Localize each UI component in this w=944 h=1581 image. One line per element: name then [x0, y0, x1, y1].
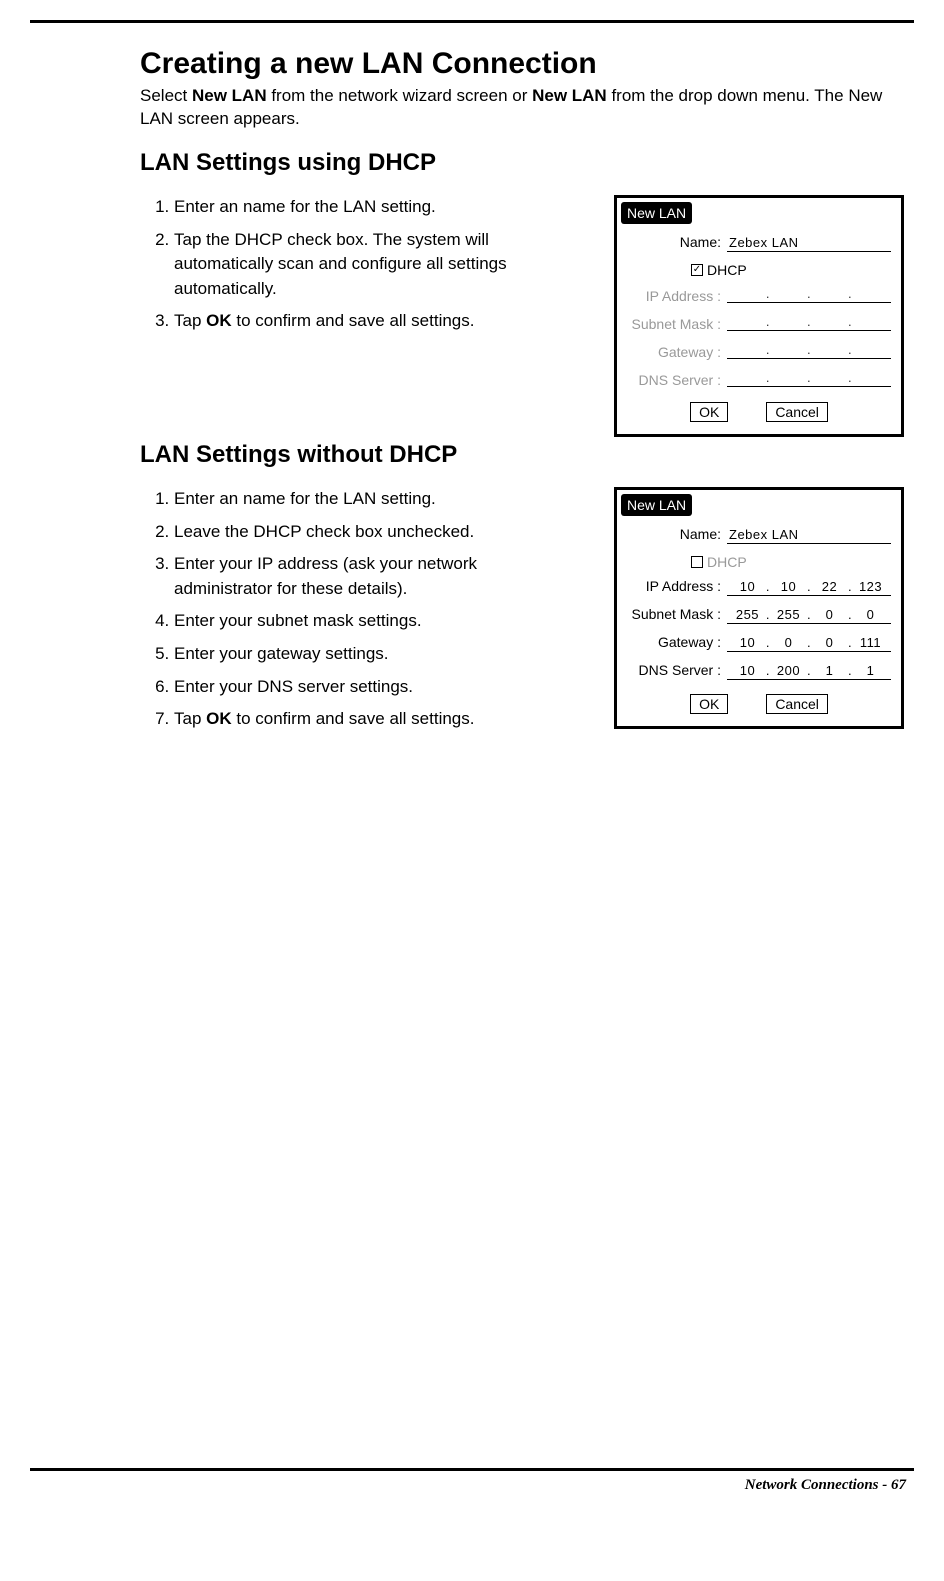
octet: 10 [729, 579, 766, 594]
dialog-body: Name: Zebex LAN DHCP IP Address : 10. 10… [617, 520, 901, 726]
dialog-buttons: OK Cancel [627, 402, 891, 422]
gateway-label: Gateway : [627, 634, 727, 650]
dialog-body: Name: Zebex LAN ✓ DHCP IP Address : ... … [617, 228, 901, 434]
gateway-label: Gateway : [627, 344, 727, 360]
dialog-title: New LAN [621, 202, 692, 224]
ok-button[interactable]: OK [690, 694, 728, 714]
step-item: Tap OK to confirm and save all settings. [174, 309, 570, 334]
cancel-button[interactable]: Cancel [766, 402, 828, 422]
steps-list-dhcp: Enter an name for the LAN setting. Tap t… [140, 195, 570, 334]
name-value: Zebex LAN [729, 527, 799, 542]
page-footer: Network Connections - 67 [30, 1471, 914, 1514]
step-text-2: to confirm and save all settings. [232, 709, 475, 728]
page-content: Creating a new LAN Connection Select New… [30, 47, 914, 1458]
section-dhcp: Enter an name for the LAN setting. Tap t… [140, 195, 904, 415]
intro-bold-2: New LAN [532, 86, 607, 105]
cancel-button[interactable]: Cancel [766, 694, 828, 714]
ip-label: IP Address : [627, 578, 727, 594]
octet: 1 [852, 663, 889, 678]
section-heading-nodhcp: LAN Settings without DHCP [140, 441, 904, 469]
step-text: Tap [174, 311, 206, 330]
dialog-title: New LAN [621, 494, 692, 516]
octet: 123 [852, 579, 889, 594]
top-rule [30, 20, 914, 23]
step-bold: OK [206, 311, 232, 330]
octet: 10 [729, 663, 766, 678]
octet: 255 [770, 607, 807, 622]
dns-label: DNS Server : [627, 662, 727, 678]
step-item: Enter your IP address (ask your network … [174, 552, 570, 601]
dns-input[interactable]: 10. 200. 1. 1 [727, 663, 891, 680]
ip-input[interactable]: 10. 10. 22. 123 [727, 579, 891, 596]
new-lan-dialog-dhcp: New LAN Name: Zebex LAN ✓ DHCP IP Addres… [614, 195, 904, 437]
ip-field: IP Address : ... [627, 286, 891, 308]
gateway-input[interactable]: ... [727, 342, 891, 359]
dhcp-checkbox[interactable] [691, 556, 703, 568]
name-field: Name: Zebex LAN [627, 234, 891, 256]
octet: 0 [770, 635, 807, 650]
step-text: Tap [174, 709, 206, 728]
octet: 10 [770, 579, 807, 594]
dhcp-label: DHCP [707, 554, 747, 570]
dhcp-row: DHCP [627, 554, 891, 570]
intro-bold-1: New LAN [192, 86, 267, 105]
dhcp-checkbox[interactable]: ✓ [691, 264, 703, 276]
step-item: Leave the DHCP check box unchecked. [174, 520, 570, 545]
octet: 111 [852, 635, 889, 650]
name-input[interactable]: Zebex LAN [727, 527, 891, 544]
intro-text: Select [140, 86, 192, 105]
octet: 200 [770, 663, 807, 678]
name-field: Name: Zebex LAN [627, 526, 891, 548]
octet: 1 [811, 663, 848, 678]
dhcp-row: ✓ DHCP [627, 262, 891, 278]
dialog-buttons: OK Cancel [627, 694, 891, 714]
intro-text-2: from the network wizard screen or [267, 86, 532, 105]
dns-label: DNS Server : [627, 372, 727, 388]
step-bold: OK [206, 709, 232, 728]
mask-input[interactable]: ... [727, 314, 891, 331]
step-item: Enter your gateway settings. [174, 642, 570, 667]
octet: 0 [811, 635, 848, 650]
octet: 255 [729, 607, 766, 622]
new-lan-dialog-nodhcp: New LAN Name: Zebex LAN DHCP IP Address … [614, 487, 904, 729]
octet: 10 [729, 635, 766, 650]
section-heading-dhcp: LAN Settings using DHCP [140, 149, 904, 177]
step-item: Tap the DHCP check box. The system will … [174, 228, 570, 302]
name-value: Zebex LAN [729, 235, 799, 250]
mask-input[interactable]: 255. 255. 0. 0 [727, 607, 891, 624]
mask-label: Subnet Mask : [627, 316, 727, 332]
ip-label: IP Address : [627, 288, 727, 304]
ip-field: IP Address : 10. 10. 22. 123 [627, 578, 891, 600]
mask-field: Subnet Mask : 255. 255. 0. 0 [627, 606, 891, 628]
gateway-input[interactable]: 10. 0. 0. 111 [727, 635, 891, 652]
name-label: Name: [627, 526, 727, 542]
step-item: Enter an name for the LAN setting. [174, 195, 570, 220]
ok-button[interactable]: OK [690, 402, 728, 422]
page-spacer [140, 758, 904, 1458]
octet: 22 [811, 579, 848, 594]
dns-field: DNS Server : 10. 200. 1. 1 [627, 662, 891, 684]
step-text-2: to confirm and save all settings. [232, 311, 475, 330]
page-heading: Creating a new LAN Connection [140, 47, 904, 81]
dhcp-label: DHCP [707, 262, 747, 278]
mask-label: Subnet Mask : [627, 606, 727, 622]
gateway-field: Gateway : 10. 0. 0. 111 [627, 634, 891, 656]
steps-list-nodhcp: Enter an name for the LAN setting. Leave… [140, 487, 570, 732]
octet: 0 [811, 607, 848, 622]
name-label: Name: [627, 234, 727, 250]
intro-paragraph: Select New LAN from the network wizard s… [140, 85, 904, 131]
step-item: Tap OK to confirm and save all settings. [174, 707, 570, 732]
ip-input[interactable]: ... [727, 286, 891, 303]
gateway-field: Gateway : ... [627, 342, 891, 364]
step-item: Enter an name for the LAN setting. [174, 487, 570, 512]
mask-field: Subnet Mask : ... [627, 314, 891, 336]
dns-field: DNS Server : ... [627, 370, 891, 392]
step-item: Enter your subnet mask settings. [174, 609, 570, 634]
step-item: Enter your DNS server settings. [174, 675, 570, 700]
dns-input[interactable]: ... [727, 370, 891, 387]
section-nodhcp: Enter an name for the LAN setting. Leave… [140, 487, 904, 732]
name-input[interactable]: Zebex LAN [727, 235, 891, 252]
octet: 0 [852, 607, 889, 622]
